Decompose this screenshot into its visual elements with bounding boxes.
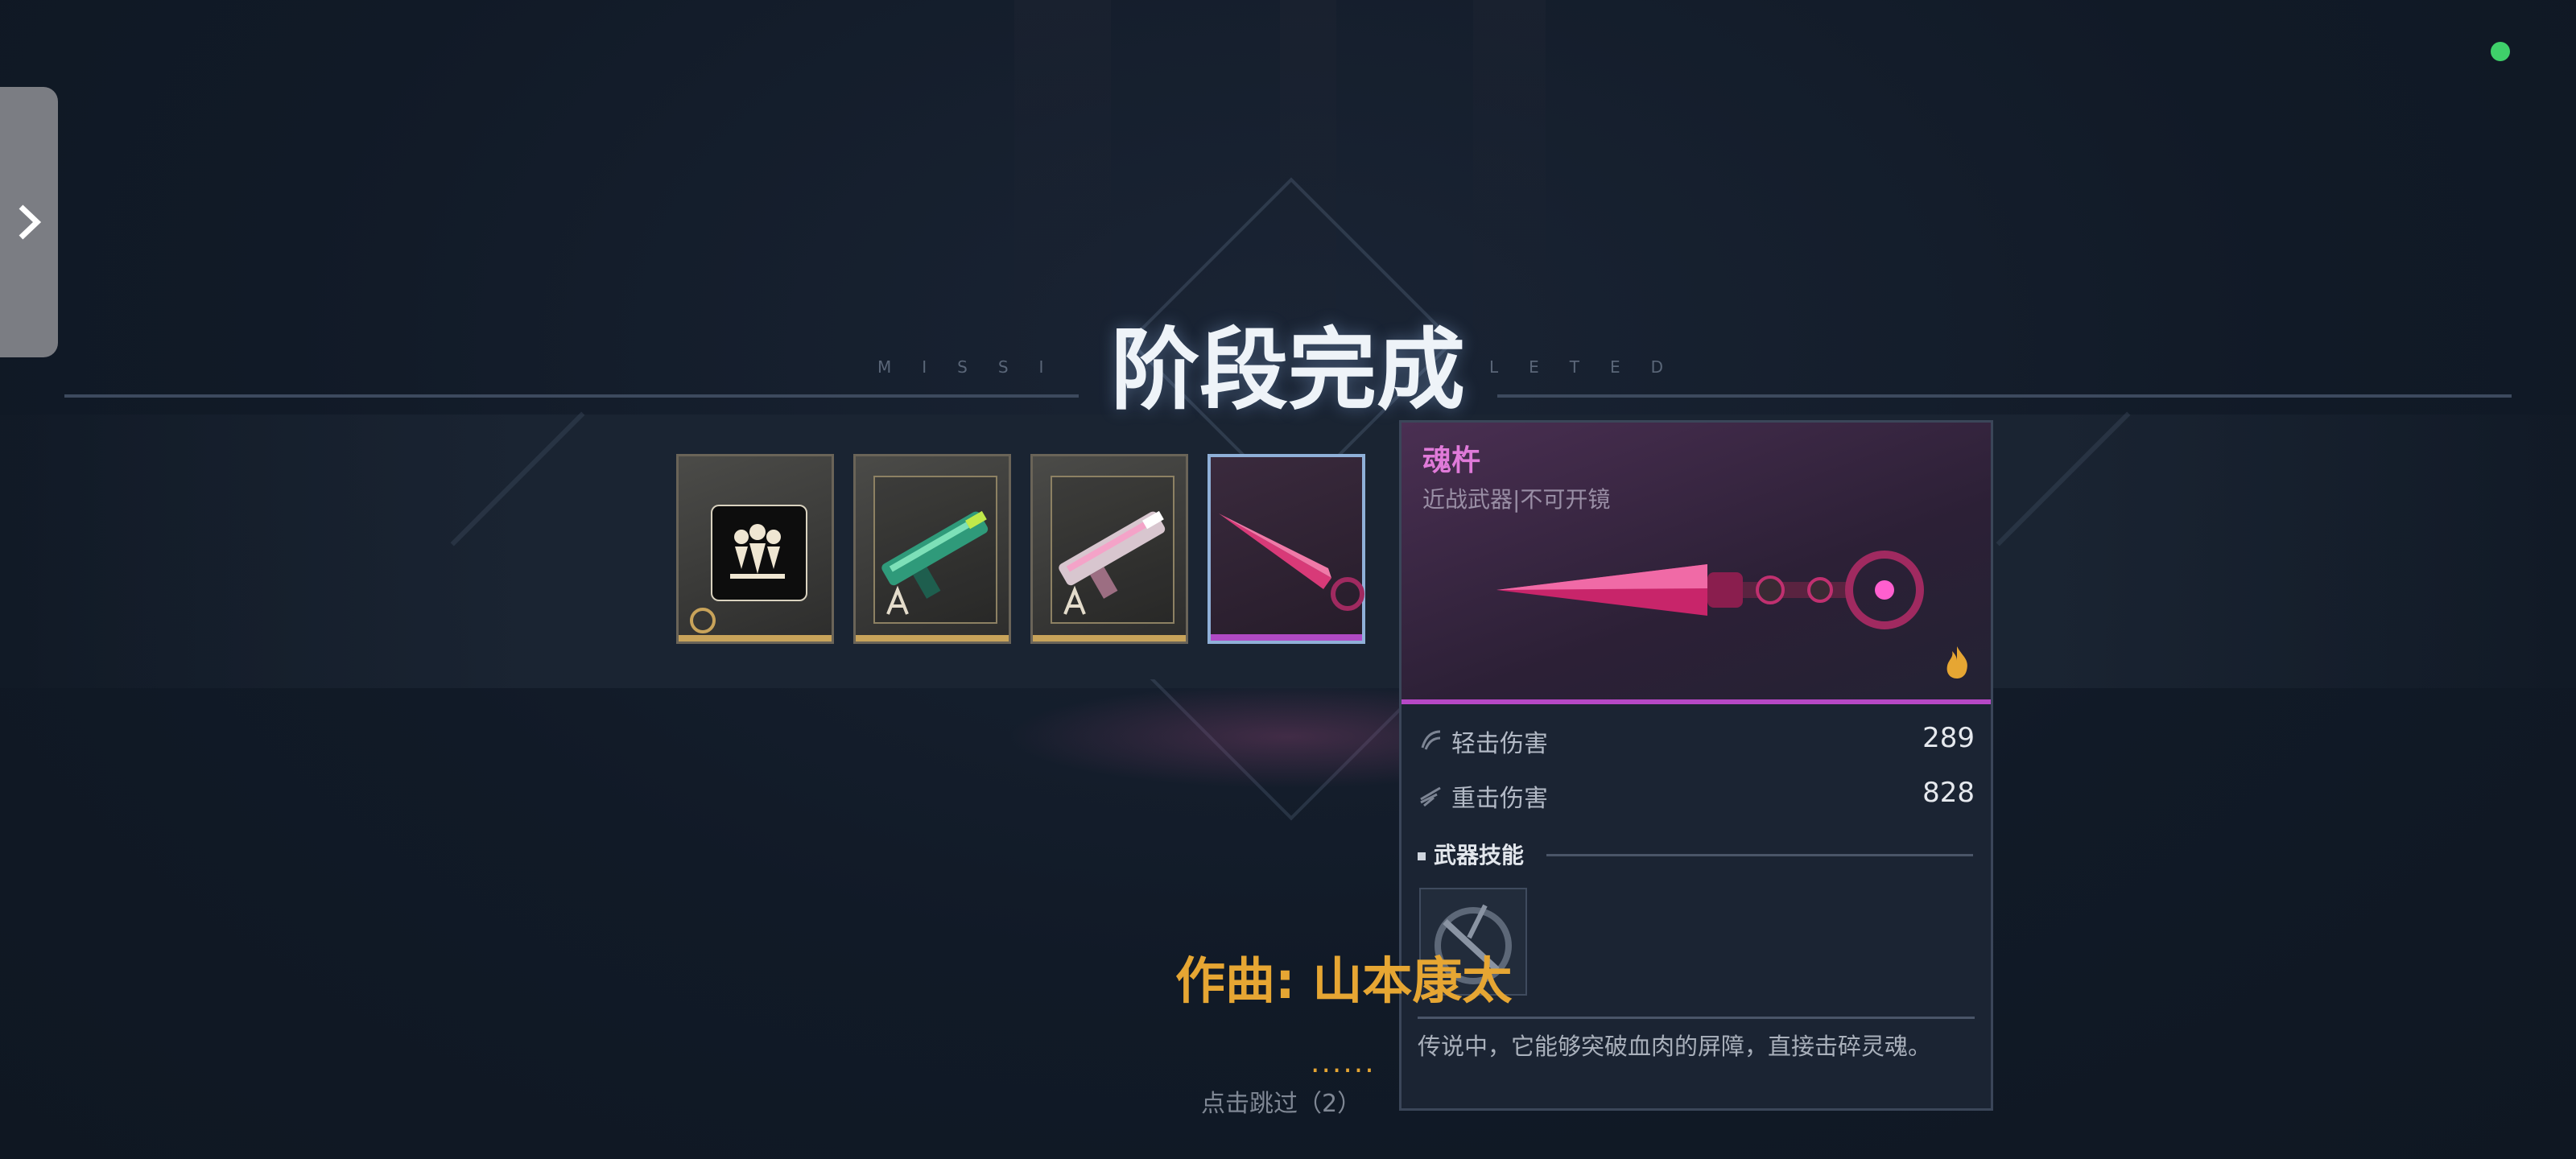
title-subtitle-left: MISSI [877, 357, 1075, 377]
stat-label: 重击伤害 [1451, 785, 1548, 813]
reward-slot-squad-emblem[interactable] [676, 454, 834, 644]
chevron-right-icon [19, 204, 42, 240]
weapon-skill-header: 武器技能 [1418, 838, 1524, 870]
skip-button[interactable]: 点击跳过（2） [1201, 1083, 1361, 1119]
fire-icon [1946, 646, 1967, 678]
dagger-icon [1219, 514, 1364, 611]
dialogue-ellipsis: ...... [1311, 1046, 1376, 1079]
weapon-class-icon [1063, 585, 1086, 615]
stage-complete-title: 阶段完成 [1111, 319, 1465, 422]
description-divider [1418, 1017, 1975, 1019]
divider-line-right [1497, 394, 2512, 398]
title-subtitle-right: LETED [1489, 357, 1695, 377]
music-credit: 作曲: 山本康太 [1175, 951, 1513, 1010]
skill-header-line [1546, 854, 1973, 856]
squad-emblem-icon [690, 524, 785, 633]
stat-value: 828 [1922, 777, 1975, 809]
weapon-class-icon [886, 585, 909, 615]
weapon-description: 传说中，它能够突破血肉的屏障，直接击碎灵魂。 [1418, 1033, 1932, 1060]
stat-value: 289 [1922, 722, 1975, 754]
background-pillar [1473, 0, 1546, 419]
stat-light-attack: 轻击伤害 289 [1418, 720, 1975, 761]
reward-slot-green-gun[interactable] [853, 454, 1011, 644]
rifle-icon [881, 510, 989, 615]
weapon-header: 魂杵 近战武器|不可开镜 [1402, 423, 1991, 704]
gear-icon [690, 608, 716, 633]
rifle-icon [1059, 510, 1166, 615]
reward-slot-soul-pestle[interactable] [1208, 454, 1365, 644]
stat-heavy-attack: 重击伤害 828 [1418, 775, 1975, 815]
weapon-image [1496, 551, 1924, 629]
stat-label: 轻击伤害 [1451, 730, 1548, 758]
sidebar-toggle[interactable] [0, 87, 58, 357]
status-indicator [2491, 42, 2510, 61]
divider-line-left [64, 394, 1079, 398]
light-attack-icon [1421, 730, 1441, 750]
heavy-attack-icon [1420, 786, 1441, 807]
reward-slot-pink-gun[interactable] [1030, 454, 1188, 644]
background-pillar [1014, 0, 1111, 419]
